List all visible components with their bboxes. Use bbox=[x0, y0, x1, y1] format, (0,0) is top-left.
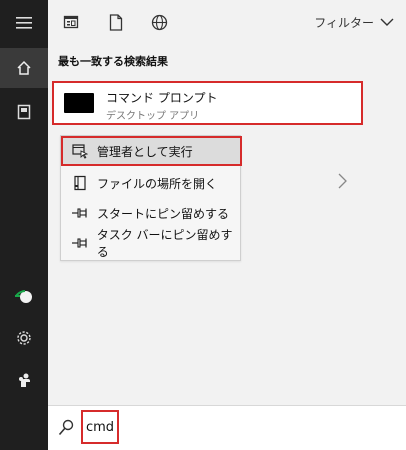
search-bar: cmd bbox=[48, 405, 406, 450]
documents-button[interactable] bbox=[0, 92, 48, 132]
search-scope-bar: フィルター bbox=[48, 0, 406, 46]
filter-label: フィルター bbox=[314, 15, 374, 30]
menu-item-pin-to-taskbar[interactable]: タスク バーにピン留めする bbox=[61, 228, 242, 259]
home-button[interactable] bbox=[0, 48, 48, 88]
user-avatar-button[interactable] bbox=[0, 276, 48, 316]
pin-icon bbox=[71, 234, 89, 252]
chevron-right-icon bbox=[338, 173, 347, 189]
gear-icon bbox=[17, 331, 31, 345]
command-prompt-icon bbox=[64, 93, 94, 113]
menu-item-label: 管理者として実行 bbox=[97, 144, 193, 159]
people-icon bbox=[19, 373, 30, 387]
best-match-result[interactable]: コマンド プロンプト デスクトップ アプリ bbox=[52, 81, 363, 125]
menu-item-label: スタートにピン留めする bbox=[97, 206, 230, 221]
file-location-icon bbox=[71, 174, 89, 192]
filter-dropdown[interactable]: フィルター bbox=[314, 11, 394, 33]
apps-scope-button[interactable] bbox=[61, 12, 81, 32]
search-icon bbox=[58, 419, 74, 436]
avatar-icon bbox=[15, 290, 32, 303]
menu-item-label: ファイルの場所を開く bbox=[97, 176, 218, 191]
search-input[interactable]: cmd bbox=[81, 410, 119, 444]
apps-icon bbox=[63, 15, 79, 29]
web-scope-button[interactable] bbox=[149, 12, 169, 32]
left-rail bbox=[0, 0, 48, 450]
menu-item-label: タスク バーにピン留めする bbox=[96, 228, 233, 259]
hamburger-menu-button[interactable] bbox=[0, 3, 48, 43]
context-menu: 管理者として実行 ファイルの場所を開く スタートにピン留めする タスク バーにピ… bbox=[60, 135, 242, 261]
feedback-button[interactable] bbox=[0, 360, 48, 400]
device-icon bbox=[17, 104, 31, 120]
menu-item-pin-to-start[interactable]: スタートにピン留めする bbox=[61, 198, 242, 228]
settings-button[interactable] bbox=[0, 318, 48, 358]
section-title: 最も一致する検索結果 bbox=[58, 55, 168, 68]
best-match-subtitle: デスクトップ アプリ bbox=[106, 111, 200, 122]
document-icon bbox=[109, 13, 123, 31]
run-as-admin-icon bbox=[71, 142, 89, 160]
hamburger-icon bbox=[16, 17, 32, 29]
expand-details-button[interactable] bbox=[338, 173, 347, 193]
chevron-down-icon bbox=[380, 18, 394, 26]
best-match-title: コマンド プロンプト bbox=[106, 91, 218, 105]
home-icon bbox=[17, 60, 31, 75]
menu-item-open-file-location[interactable]: ファイルの場所を開く bbox=[61, 168, 242, 198]
pin-icon bbox=[71, 204, 89, 222]
documents-scope-button[interactable] bbox=[106, 12, 126, 32]
globe-icon bbox=[151, 14, 167, 30]
menu-item-run-as-admin[interactable]: 管理者として実行 bbox=[61, 136, 242, 166]
